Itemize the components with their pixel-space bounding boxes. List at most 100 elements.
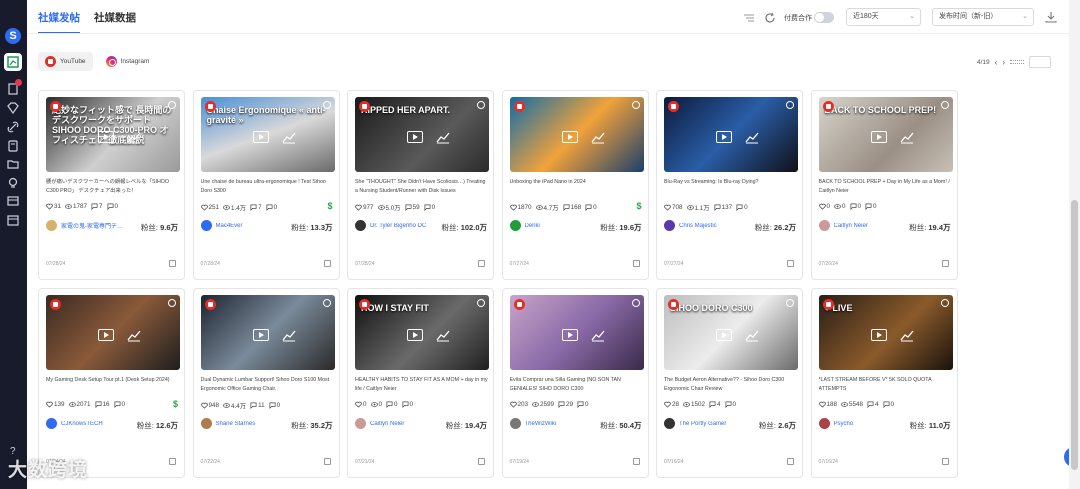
trend-icon[interactable]: [744, 129, 760, 145]
filter-icon[interactable]: [743, 12, 755, 24]
select-circle[interactable]: [940, 101, 949, 109]
play-icon[interactable]: [98, 131, 114, 143]
video-thumbnail[interactable]: [664, 97, 798, 172]
select-circle[interactable]: [322, 299, 331, 307]
book-icon[interactable]: [6, 139, 20, 153]
prev-page-button[interactable]: ‹: [995, 58, 998, 67]
post-title[interactable]: The Budget Aeron Alternative?? - Sihoo D…: [664, 376, 798, 394]
author-name[interactable]: Psycho: [834, 421, 854, 427]
copy-icon[interactable]: [323, 260, 331, 267]
post-card[interactable]: Chaise Ergonomique « anti-gravité » Une c…: [192, 90, 340, 280]
author-name[interactable]: TheWizWiki: [525, 421, 557, 427]
play-icon[interactable]: [561, 131, 578, 143]
copy-icon[interactable]: [787, 260, 794, 267]
bulb-icon[interactable]: [6, 176, 20, 190]
copy-icon[interactable]: [478, 260, 485, 267]
avatar[interactable]: [46, 220, 57, 231]
logo[interactable]: S: [5, 28, 21, 44]
post-card[interactable]: ● LIVE *LAST STREAM BEFORE V* 5K SOLO QUO…: [810, 288, 958, 478]
download-icon[interactable]: [1045, 11, 1057, 23]
author-name[interactable]: Shane Starnes: [216, 421, 256, 427]
author-name[interactable]: Chris Majestic: [679, 223, 717, 229]
video-thumbnail[interactable]: SIHOO DORO C300: [664, 295, 798, 370]
platform-youtube[interactable]: YouTube: [38, 52, 93, 71]
select-circle[interactable]: [786, 101, 794, 109]
select-circle[interactable]: [477, 299, 485, 307]
trend-icon[interactable]: [126, 327, 142, 343]
trend-icon[interactable]: [590, 327, 606, 343]
select-circle[interactable]: [786, 299, 794, 307]
refresh-icon[interactable]: [764, 12, 776, 24]
scrollbar-thumb[interactable]: [1071, 200, 1078, 470]
avatar[interactable]: [664, 220, 675, 231]
post-card[interactable]: Unboxing the iPad Nano in 2024 1870 4.7万 16…: [501, 90, 649, 280]
play-icon[interactable]: [870, 329, 887, 341]
calendar-icon[interactable]: [6, 213, 20, 227]
post-card[interactable]: RIPPED HER APART. She "THOUGHT" She Didn'…: [347, 90, 494, 280]
copy-icon[interactable]: [478, 458, 485, 465]
link-icon[interactable]: [6, 120, 20, 134]
trend-icon[interactable]: [899, 327, 915, 343]
gem-icon[interactable]: [6, 101, 20, 115]
sort-select[interactable]: 发布时间（新-旧） ⌄: [932, 8, 1034, 26]
chart-icon[interactable]: [6, 55, 20, 69]
play-icon[interactable]: [870, 131, 887, 143]
trend-icon[interactable]: [281, 327, 297, 343]
select-circle[interactable]: [631, 299, 640, 307]
post-title[interactable]: Unboxing the iPad Nano in 2024: [510, 178, 644, 196]
copy-icon[interactable]: [941, 458, 949, 465]
post-title[interactable]: HEALTHY HABITS TO STAY FIT AS A MOM + da…: [355, 376, 489, 394]
post-title[interactable]: BACK TO SCHOOL PREP + Day in My Life as …: [819, 178, 953, 196]
play-icon[interactable]: [252, 329, 269, 341]
copy-icon[interactable]: [941, 260, 949, 267]
avatar[interactable]: [509, 418, 521, 429]
page-jump-input[interactable]: [1029, 56, 1051, 68]
select-circle[interactable]: [168, 299, 176, 307]
avatar[interactable]: [46, 418, 57, 429]
trend-icon[interactable]: [899, 129, 915, 145]
play-icon[interactable]: [716, 131, 732, 143]
play-icon[interactable]: [98, 329, 114, 341]
avatar[interactable]: [818, 418, 830, 429]
trend-icon[interactable]: [744, 327, 760, 343]
video-thumbnail[interactable]: [46, 295, 180, 370]
copy-icon[interactable]: [632, 458, 640, 465]
author-name[interactable]: CJKnowsTECH: [61, 421, 103, 427]
post-title[interactable]: Dual Dynamic Lumbar Support! Sihoo Doro …: [201, 376, 335, 394]
post-card[interactable]: BACK TO SCHOOL PREP! BACK TO SCHOOL PREP …: [810, 90, 958, 280]
author-name[interactable]: Mac4Ever: [216, 223, 243, 229]
author-name[interactable]: Denki: [525, 223, 540, 229]
video-thumbnail[interactable]: Chaise Ergonomique « anti-gravité »: [200, 97, 335, 172]
video-thumbnail[interactable]: HOW I STAY FIT: [355, 295, 489, 370]
trend-icon[interactable]: [590, 129, 606, 145]
author-name[interactable]: The Portly Gamer: [679, 421, 726, 427]
post-title[interactable]: Evita Comprar una Silla Gaming (NO SON T…: [510, 376, 644, 394]
select-circle[interactable]: [168, 101, 176, 109]
tab-social-posts[interactable]: 社媒发帖: [38, 10, 80, 34]
author-name[interactable]: Dr. Tyler Bigenho DC: [370, 223, 426, 229]
post-card[interactable]: HOW I STAY FIT HEALTHY HABITS TO STAY FIT…: [347, 288, 494, 478]
copy-icon[interactable]: [787, 458, 794, 465]
platform-instagram[interactable]: Instagram: [99, 52, 157, 71]
video-thumbnail[interactable]: 絶妙なフィット感で 長時間のデスクワークをサポート SIHOO DORO C30…: [46, 97, 180, 172]
next-page-button[interactable]: ›: [1002, 58, 1005, 67]
post-title[interactable]: Une chaise de bureau ultra-ergonomique !…: [201, 178, 335, 196]
post-title[interactable]: She "THOUGHT" She Didn't Have Scoliosis……: [355, 178, 489, 196]
select-circle[interactable]: [477, 101, 485, 109]
trend-icon[interactable]: [435, 129, 451, 145]
post-card[interactable]: Dual Dynamic Lumbar Support! Sihoo Doro …: [192, 288, 340, 478]
paid-cooperation-toggle[interactable]: [814, 12, 834, 23]
author-name[interactable]: Caitlyn Neier: [370, 421, 404, 427]
post-title[interactable]: My Gaming Desk Setup Tour pt.1 (Desk Set…: [46, 376, 180, 394]
post-card[interactable]: SIHOO DORO C300 The Budget Aeron Alternat…: [656, 288, 803, 478]
post-card[interactable]: 絶妙なフィット感で 長時間のデスクワークをサポート SIHOO DORO C30…: [38, 90, 185, 280]
copy-icon[interactable]: [632, 260, 640, 267]
trend-icon[interactable]: [435, 327, 451, 343]
avatar[interactable]: [509, 220, 521, 231]
video-thumbnail[interactable]: [509, 97, 644, 172]
post-card[interactable]: Blu-Ray vs Streaming: Is Blu-ray Dying? 7…: [656, 90, 803, 280]
avatar[interactable]: [664, 418, 675, 429]
avatar[interactable]: [200, 220, 212, 231]
video-thumbnail[interactable]: RIPPED HER APART.: [355, 97, 489, 172]
copy-icon[interactable]: [169, 260, 176, 267]
